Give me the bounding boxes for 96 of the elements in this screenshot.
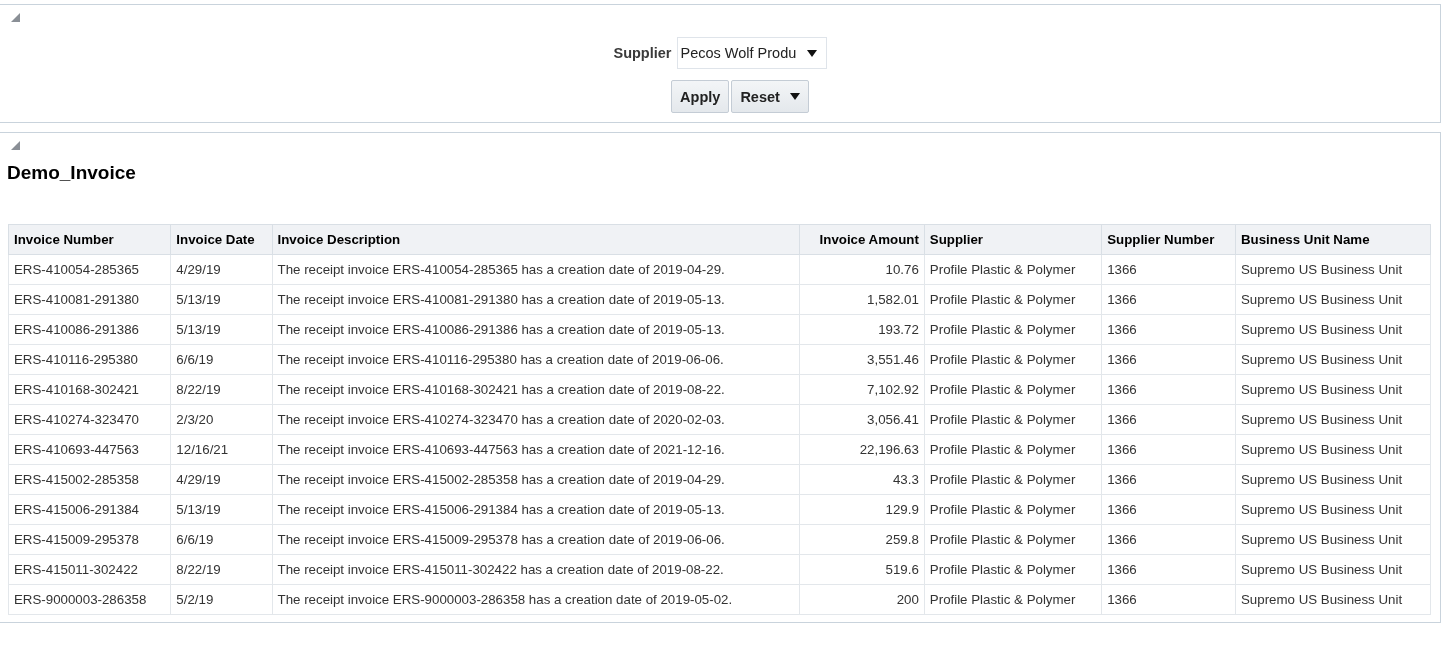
table-cell: The receipt invoice ERS-9000003-286358 has a creation date of 2019-05-02.: [272, 584, 800, 615]
table-cell: Profile Plastic & Polymer: [924, 254, 1102, 285]
table-cell: Profile Plastic & Polymer: [924, 524, 1102, 555]
table-cell: Profile Plastic & Polymer: [924, 404, 1102, 435]
table-cell: The receipt invoice ERS-410116-295380 has a creation date of 2019-06-06.: [272, 344, 800, 375]
table-cell: 8/22/19: [170, 554, 273, 585]
table-cell: Profile Plastic & Polymer: [924, 434, 1102, 465]
table-cell: Profile Plastic & Polymer: [924, 494, 1102, 525]
column-header: Invoice Description: [272, 224, 800, 255]
column-header: Supplier: [924, 224, 1102, 255]
table-cell: 1366: [1101, 584, 1236, 615]
table-cell: ERS-410081-291380: [8, 284, 171, 315]
table-cell: 6/6/19: [170, 344, 273, 375]
supplier-dropdown[interactable]: Pecos Wolf Produ: [676, 37, 827, 69]
column-header: Invoice Date: [170, 224, 273, 255]
table-cell: Profile Plastic & Polymer: [924, 464, 1102, 495]
table-cell: Profile Plastic & Polymer: [924, 284, 1102, 315]
table-cell: 1366: [1101, 464, 1236, 495]
table-cell: 1366: [1101, 554, 1236, 585]
table-cell: The receipt invoice ERS-415006-291384 has a creation date of 2019-05-13.: [272, 494, 800, 525]
table-cell: 1366: [1101, 314, 1236, 345]
column-header: Invoice Amount: [799, 224, 925, 255]
table-cell: 5/13/19: [170, 284, 273, 315]
apply-button[interactable]: Apply: [671, 80, 730, 113]
table-cell: Profile Plastic & Polymer: [924, 554, 1102, 585]
table-cell: Supremo US Business Unit: [1235, 344, 1431, 375]
table-cell: 10.76: [799, 254, 925, 285]
table-cell: 3,551.46: [799, 344, 925, 375]
table-cell: Supremo US Business Unit: [1235, 584, 1431, 615]
table-cell: 43.3: [799, 464, 925, 495]
table-cell: The receipt invoice ERS-410274-323470 has a creation date of 2020-02-03.: [272, 404, 800, 435]
table-cell: Supremo US Business Unit: [1235, 254, 1431, 285]
table-cell: The receipt invoice ERS-415002-285358 has a creation date of 2019-04-29.: [272, 464, 800, 495]
table-cell: ERS-410168-302421: [8, 374, 171, 405]
column-header: Invoice Number: [8, 224, 171, 255]
table-cell: Supremo US Business Unit: [1235, 404, 1431, 435]
table-cell: 193.72: [799, 314, 925, 345]
table-cell: The receipt invoice ERS-410081-291380 has a creation date of 2019-05-13.: [272, 284, 800, 315]
table-cell: ERS-410693-447563: [8, 434, 171, 465]
table-cell: Profile Plastic & Polymer: [924, 374, 1102, 405]
table-cell: 12/16/21: [170, 434, 273, 465]
table-cell: 5/2/19: [170, 584, 273, 615]
table-cell: 1366: [1101, 344, 1236, 375]
table-cell: 129.9: [799, 494, 925, 525]
report-title: Demo_Invoice: [7, 162, 137, 184]
table-cell: 6/6/19: [170, 524, 273, 555]
table-cell: Supremo US Business Unit: [1235, 434, 1431, 465]
table-cell: 1366: [1101, 254, 1236, 285]
table-cell: Supremo US Business Unit: [1235, 464, 1431, 495]
table-cell: ERS-410116-295380: [8, 344, 171, 375]
table-cell: 1366: [1101, 494, 1236, 525]
table-cell: 8/22/19: [170, 374, 273, 405]
table-cell: Supremo US Business Unit: [1235, 494, 1431, 525]
table-cell: Profile Plastic & Polymer: [924, 314, 1102, 345]
table-cell: 22,196.63: [799, 434, 925, 465]
column-header: Business Unit Name: [1235, 224, 1431, 255]
table-cell: 3,056.41: [799, 404, 925, 435]
table-cell: Supremo US Business Unit: [1235, 554, 1431, 585]
table-cell: 2/3/20: [170, 404, 273, 435]
table-cell: Profile Plastic & Polymer: [924, 584, 1102, 615]
table-cell: Supremo US Business Unit: [1235, 284, 1431, 315]
table-cell: Supremo US Business Unit: [1235, 314, 1431, 345]
column-header: Supplier Number: [1101, 224, 1236, 255]
table-cell: 1,582.01: [799, 284, 925, 315]
table-cell: 1366: [1101, 434, 1236, 465]
table-cell: 7,102.92: [799, 374, 925, 405]
table-cell: 4/29/19: [170, 464, 273, 495]
table-cell: 4/29/19: [170, 254, 273, 285]
table-cell: 259.8: [799, 524, 925, 555]
table-cell: The receipt invoice ERS-410693-447563 has a creation date of 2021-12-16.: [272, 434, 800, 465]
table-cell: Profile Plastic & Polymer: [924, 344, 1102, 375]
table-cell: 1366: [1101, 524, 1236, 555]
table-cell: ERS-9000003-286358: [8, 584, 171, 615]
table-cell: 1366: [1101, 404, 1236, 435]
table-cell: The receipt invoice ERS-410054-285365 has a creation date of 2019-04-29.: [272, 254, 800, 285]
table-cell: ERS-410054-285365: [8, 254, 171, 285]
table-cell: Supremo US Business Unit: [1235, 524, 1431, 555]
menu-button[interactable]: Reset: [731, 80, 809, 113]
table-cell: The receipt invoice ERS-410086-291386 has a creation date of 2019-05-13.: [272, 314, 800, 345]
table-cell: ERS-415006-291384: [8, 494, 171, 525]
table-cell: ERS-415011-302422: [8, 554, 171, 585]
table-cell: Supremo US Business Unit: [1235, 374, 1431, 405]
table-cell: ERS-410274-323470: [8, 404, 171, 435]
table-cell: 5/13/19: [170, 314, 273, 345]
table-cell: 1366: [1101, 374, 1236, 405]
table-cell: 200: [799, 584, 925, 615]
table-cell: ERS-415009-295378: [8, 524, 171, 555]
table-cell: The receipt invoice ERS-415011-302422 has a creation date of 2019-08-22.: [272, 554, 800, 585]
table-cell: The receipt invoice ERS-410168-302421 has a creation date of 2019-08-22.: [272, 374, 800, 405]
table-cell: The receipt invoice ERS-415009-295378 has a creation date of 2019-06-06.: [272, 524, 800, 555]
table-cell: 519.6: [799, 554, 925, 585]
table-cell: ERS-410086-291386: [8, 314, 171, 345]
table-cell: 5/13/19: [170, 494, 273, 525]
field-label: Supplier: [613, 45, 672, 61]
table-cell: ERS-415002-285358: [8, 464, 171, 495]
table-cell: 1366: [1101, 284, 1236, 315]
